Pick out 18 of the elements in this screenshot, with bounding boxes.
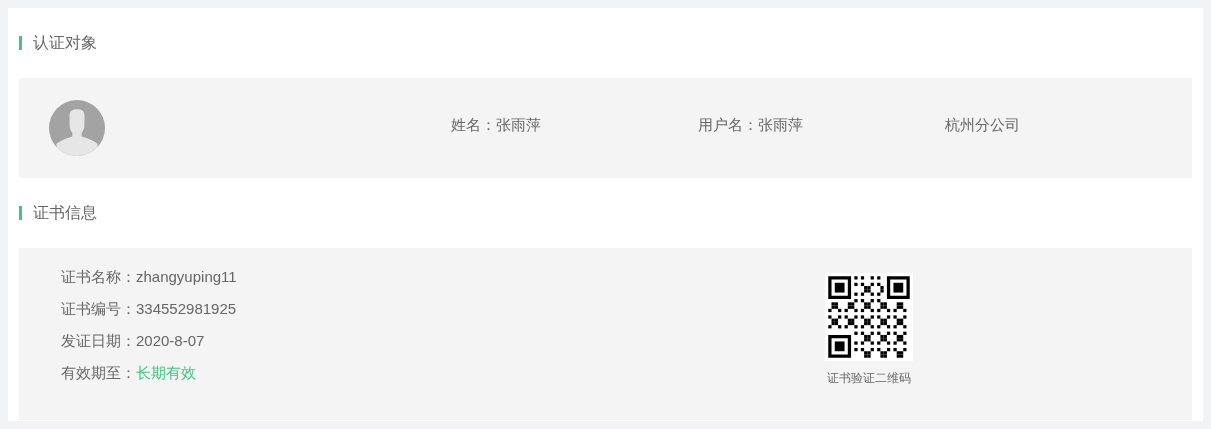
branch-name: 杭州分公司 — [945, 115, 1021, 135]
field-value: 334552981925 — [136, 300, 237, 319]
avatar-icon — [49, 98, 105, 158]
title-accent-bar — [19, 206, 22, 220]
section-title: 证书信息 — [33, 202, 97, 223]
field-value: 2020-8-07 — [136, 332, 205, 351]
field-label: 证书编号： — [61, 300, 136, 319]
qr-code-icon — [825, 273, 913, 361]
user-info-text: 姓名：张雨萍 — [451, 115, 542, 135]
field-label: 有效期至： — [61, 364, 136, 383]
section-title: 认证对象 — [33, 32, 97, 53]
title-accent-bar — [19, 36, 22, 50]
field-label: 证书名称： — [61, 268, 136, 287]
field-label: 发证日期： — [61, 332, 136, 351]
user-info-text: 用户名：张雨萍 — [698, 115, 804, 135]
field-value: 长期有效 — [136, 364, 196, 383]
field-value: zhangyuping11 — [136, 268, 237, 287]
qr-code-caption: 证书验证二维码 — [827, 370, 911, 387]
